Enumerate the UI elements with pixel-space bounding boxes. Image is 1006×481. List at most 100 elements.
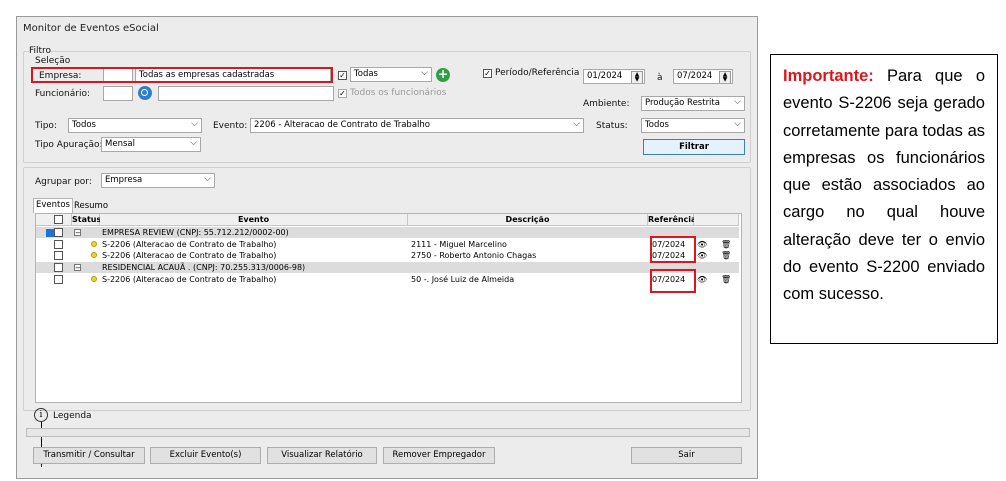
status-pending-icon	[91, 252, 97, 258]
row-checkbox[interactable]	[54, 275, 63, 284]
table-group-row[interactable]: − RESIDENCIAL ACAUÃ . (CNPJ: 70.255.313/…	[36, 262, 739, 273]
note-highlight: Importante:	[783, 67, 874, 85]
evento-select[interactable]: 2206 - Alteracao de Contrato de Trabalho…	[250, 118, 584, 133]
empresa-highlight-box	[31, 67, 333, 83]
excluir-evento-button[interactable]: Excluir Evento(s)	[150, 447, 261, 464]
row-checkbox[interactable]	[54, 240, 63, 249]
tipo-label: Tipo:	[35, 121, 57, 131]
important-note: Importante: Para que o evento S-2206 sej…	[770, 54, 998, 344]
status-select[interactable]: Todos ⌵	[641, 118, 745, 133]
header-referencia: Referência	[648, 214, 697, 226]
tab-eventos-label: Eventos	[36, 200, 70, 210]
tipo-apuracao-select-value: Mensal	[105, 139, 135, 149]
transmitir-button[interactable]: Transmitir / Consultar	[33, 447, 145, 464]
periodo-from-value: 01/2024	[587, 71, 623, 81]
chevron-down-icon: ⌵	[421, 68, 428, 78]
tipo-apuracao-select[interactable]: Mensal ⌵	[101, 137, 201, 152]
filtrar-button[interactable]: Filtrar	[643, 139, 745, 155]
tab-eventos[interactable]: Eventos	[33, 198, 73, 213]
row-indicator	[46, 229, 54, 237]
events-table: Status Evento Descrição Referência − EMP…	[35, 213, 742, 403]
view-icon[interactable]: 👁	[697, 250, 707, 261]
tipo-select-value: Todos	[72, 120, 96, 130]
empresa-select-value: Todas	[354, 69, 378, 79]
empresa-checkbox[interactable]: ✓	[338, 71, 347, 80]
row-descricao: 50 -. José Luiz de Almeida	[411, 275, 515, 284]
trash-icon[interactable]: 🗑	[721, 239, 731, 250]
row-descricao: 2750 - Roberto Antonio Chagas	[411, 251, 537, 260]
funcionario-name-input[interactable]	[158, 86, 334, 101]
sair-button[interactable]: Sair	[631, 447, 742, 464]
evento-select-value: 2206 - Alteracao de Contrato de Trabalho	[254, 120, 430, 130]
collapse-icon[interactable]: −	[74, 264, 81, 272]
table-row[interactable]: S-2206 (Alteracao de Contrato de Trabalh…	[36, 239, 739, 250]
row-evento: S-2206 (Alteracao de Contrato de Trabalh…	[102, 240, 277, 249]
table-group-row[interactable]: − EMPRESA REVIEW (CNPJ: 55.712.212/0002-…	[36, 227, 739, 238]
tab-resumo[interactable]: Resumo	[73, 200, 109, 212]
referencia-highlight-box	[650, 269, 696, 293]
collapse-icon[interactable]: −	[74, 229, 81, 237]
header-evento: Evento	[100, 214, 408, 226]
remover-empregador-button[interactable]: Remover Empregador	[383, 447, 495, 464]
periodo-from-spinner[interactable]: ▲ ▼	[631, 71, 643, 83]
periodo-from-input[interactable]: 01/2024 ▲ ▼	[583, 69, 645, 84]
periodo-to-value: 07/2024	[677, 71, 713, 81]
todos-funcionarios-checkbox[interactable]: ✓	[338, 89, 347, 98]
row-evento: S-2206 (Alteracao de Contrato de Trabalh…	[102, 275, 277, 284]
selection-label: Seleção	[35, 56, 71, 66]
agrupar-label: Agrupar por:	[35, 177, 92, 187]
chevron-down-icon: ⌵	[573, 119, 580, 129]
group-title: EMPRESA REVIEW (CNPJ: 55.712.212/0002-00…	[102, 228, 289, 237]
periodo-to-input[interactable]: 07/2024 ▲ ▼	[673, 69, 733, 84]
agrupar-select[interactable]: Empresa ⌵	[101, 173, 215, 188]
visualizar-relatorio-button[interactable]: Visualizar Relatório	[267, 447, 377, 464]
search-icon[interactable]	[138, 86, 152, 100]
periodo-label: Período/Referência	[495, 68, 580, 78]
todos-funcionarios-label: Todos os funcionários	[350, 88, 447, 98]
periodo-to-spinner[interactable]: ▲ ▼	[719, 71, 731, 83]
table-row[interactable]: S-2206 (Alteracao de Contrato de Trabalh…	[36, 274, 739, 285]
tipo-select[interactable]: Todos ⌵	[68, 118, 202, 133]
select-all-checkbox[interactable]	[54, 215, 63, 224]
tipo-apuracao-label: Tipo Apuração:	[35, 140, 103, 150]
select-all-header	[36, 214, 72, 226]
chevron-down-icon: ⌵	[204, 174, 211, 184]
tab-resumo-label: Resumo	[73, 201, 109, 211]
funcionario-label: Funcionário:	[35, 89, 91, 99]
header-actions	[694, 214, 739, 226]
chevron-down-icon: ⌵	[734, 119, 741, 129]
group-checkbox[interactable]	[54, 228, 63, 237]
evento-label: Evento:	[213, 121, 248, 131]
info-icon[interactable]: i	[34, 408, 48, 422]
window-title: Monitor de Eventos eSocial	[23, 23, 159, 34]
view-icon[interactable]: 👁	[697, 274, 707, 285]
legend-label: Legenda	[53, 411, 92, 421]
row-descricao: 2111 - Miguel Marcelino	[411, 240, 507, 249]
chevron-down-icon: ⌵	[734, 97, 741, 107]
chevron-down-icon: ⌵	[191, 119, 198, 129]
filter-group-label: Filtro	[29, 46, 52, 56]
status-pending-icon	[91, 276, 97, 282]
status-pending-icon	[91, 241, 97, 247]
referencia-highlight-box	[650, 236, 696, 263]
note-text: Para que o evento S-2206 seja gerado cor…	[783, 67, 985, 304]
agrupar-select-value: Empresa	[105, 175, 143, 185]
trash-icon[interactable]: 🗑	[721, 250, 731, 261]
ambiente-select[interactable]: Produção Restrita ⌵	[641, 96, 745, 111]
row-evento: S-2206 (Alteracao de Contrato de Trabalh…	[102, 251, 277, 260]
group-title: RESIDENCIAL ACAUÃ . (CNPJ: 70.255.313/00…	[102, 263, 306, 272]
periodo-separator: à	[657, 73, 663, 83]
row-checkbox[interactable]	[54, 251, 63, 260]
table-row[interactable]: S-2206 (Alteracao de Contrato de Trabalh…	[36, 250, 739, 261]
view-icon[interactable]: 👁	[697, 239, 707, 250]
group-checkbox[interactable]	[54, 263, 63, 272]
funcionario-code-input[interactable]	[103, 86, 133, 101]
trash-icon[interactable]: 🗑	[721, 274, 731, 285]
search-icon-lens	[141, 89, 148, 96]
header-status: Status	[72, 214, 102, 226]
add-icon[interactable]: +	[436, 68, 450, 82]
ambiente-label: Ambiente:	[583, 99, 630, 109]
header-descricao: Descrição	[408, 214, 648, 226]
periodo-checkbox[interactable]: ✓	[483, 69, 492, 78]
empresa-select[interactable]: Todas ⌵	[350, 67, 432, 82]
